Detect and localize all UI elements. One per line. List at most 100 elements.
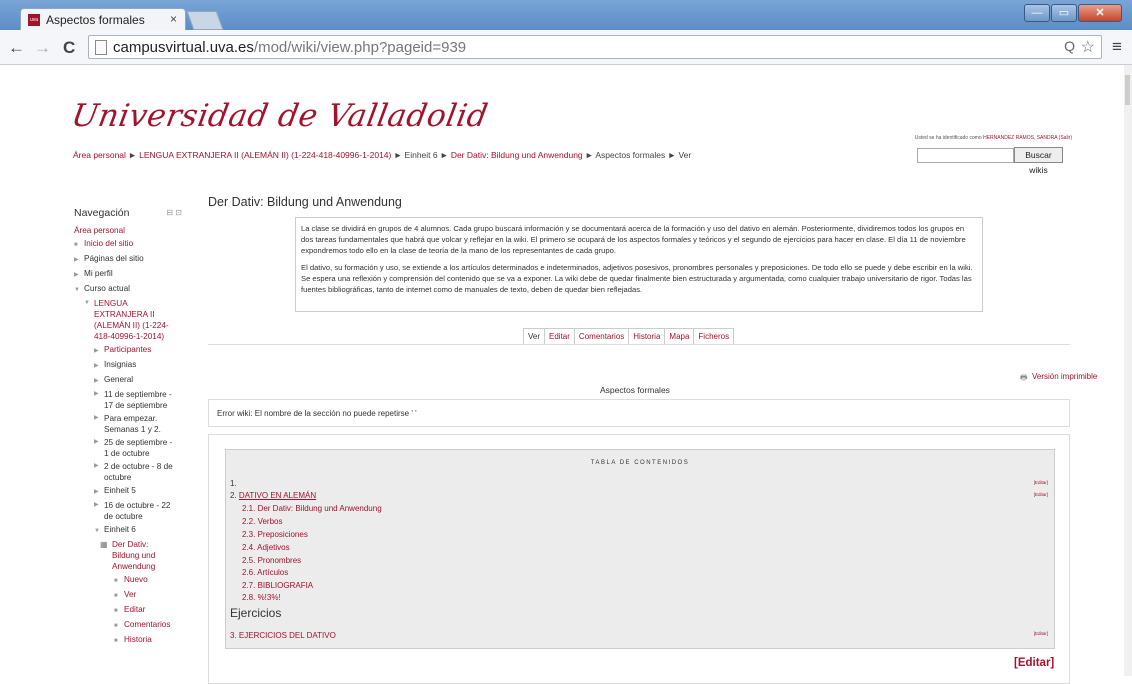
tab-ver[interactable]: Ver	[523, 328, 546, 345]
nav-section[interactable]: Para empezar. Semanas 1 y 2.	[104, 413, 176, 435]
bullet-icon: ■	[114, 623, 118, 629]
toc-item: 1.	[230, 479, 237, 488]
toc-edit-link[interactable]: [Editar]	[1034, 631, 1048, 636]
breadcrumb-course[interactable]: LENGUA EXTRANJERA II (ALEMÁN II) (1-224-…	[139, 150, 391, 160]
nav-perfil[interactable]: Mi perfil	[84, 269, 113, 278]
expand-icon[interactable]: ▶	[94, 361, 104, 372]
ejercicios-heading: Ejercicios	[230, 606, 282, 620]
edit-page-link[interactable]: [Editar]	[1014, 657, 1054, 669]
nav-historia[interactable]: Historia	[124, 635, 152, 644]
nav-general[interactable]: General	[104, 375, 133, 384]
nav-inicio[interactable]: Inicio del sitio	[84, 239, 133, 248]
toc-edit-link[interactable]: [Editar]	[1034, 480, 1048, 485]
nav-section[interactable]: 11 de septiembre - 17 de septiembre	[104, 389, 176, 411]
search-wikis-input[interactable]	[917, 148, 1014, 163]
expand-icon[interactable]: ▶	[94, 346, 104, 357]
wiki-page-title: Aspectos formales	[600, 385, 670, 395]
tab-mapa[interactable]: Mapa	[664, 328, 695, 345]
breadcrumb-area-personal[interactable]: Área personal	[73, 150, 126, 160]
nav-section[interactable]: Einheit 6	[104, 525, 136, 534]
uva-logo[interactable]: Universidad de Valladolid	[69, 98, 491, 134]
reload-icon[interactable]: C	[63, 38, 75, 58]
toc-link[interactable]: 2.5. Pronombres	[242, 556, 301, 565]
page-heading: Der Dativ: Bildung und Anwendung	[208, 195, 402, 209]
nav-section[interactable]: Einheit 5	[104, 486, 136, 495]
bullet-icon: ■	[74, 242, 78, 248]
toc-link-dativo[interactable]: DATIVO EN ALEMÁN	[239, 491, 316, 500]
tab-title: Aspectos formales	[46, 13, 145, 27]
nav-editar[interactable]: Editar	[124, 605, 145, 614]
toc-link[interactable]: 2.8. %!3%!	[242, 593, 281, 602]
nav-participantes[interactable]: Participantes	[104, 345, 151, 354]
expand-icon[interactable]: ▶	[94, 487, 104, 498]
toc-link[interactable]: 2.7. BIBLIOGRAFIA	[242, 581, 313, 590]
toc-link[interactable]: 2.2. Verbos	[242, 517, 282, 526]
wiki-description: La clase se dividirá en grupos de 4 alum…	[295, 217, 983, 312]
navigation-title: Navegación	[74, 207, 130, 219]
breadcrumb-wiki[interactable]: Der Dativ: Bildung und Anwendung	[451, 150, 583, 160]
nav-ver[interactable]: Ver	[124, 590, 136, 599]
nav-course[interactable]: LENGUA EXTRANJERA II (ALEMÁN II) (1-224-…	[94, 298, 174, 342]
browser-tab[interactable]: uva Aspectos formales ×	[20, 8, 186, 30]
expand-icon[interactable]: ▶	[94, 376, 104, 387]
description-paragraph: El dativo, su formación y uso, se extien…	[301, 263, 973, 294]
breadcrumb-separator: ►	[585, 150, 594, 160]
breadcrumb-separator: ►	[667, 150, 677, 160]
scrollbar[interactable]	[1124, 65, 1132, 676]
tab-comentarios[interactable]: Comentarios	[573, 328, 630, 345]
collapse-icon[interactable]: ▼	[84, 298, 94, 342]
expand-icon[interactable]: ▶	[74, 255, 84, 266]
tab-editar[interactable]: Editar	[544, 328, 575, 345]
collapse-icon[interactable]: ▼	[74, 285, 84, 296]
nav-curso-actual[interactable]: Curso actual	[84, 284, 130, 293]
scrollbar-thumb[interactable]	[1125, 75, 1130, 105]
nav-paginas[interactable]: Páginas del sitio	[84, 254, 144, 263]
search-wikis-button[interactable]: Buscar wikis	[1014, 147, 1063, 175]
expand-icon[interactable]: ▶	[94, 437, 104, 459]
uva-favicon-icon: uva	[28, 14, 40, 26]
block-controls-icon[interactable]: ⊟ ⊡	[166, 208, 182, 217]
back-arrow-icon[interactable]: ←	[8, 38, 25, 58]
new-tab-button[interactable]	[186, 11, 224, 30]
toc-link[interactable]: 2.3. Preposiciones	[242, 530, 308, 539]
navigation-block: Navegación ⊟ ⊡ Área personal ■ Inicio del…	[70, 195, 188, 649]
url-text[interactable]: campusvirtual.uva.es/mod/wiki/view.php?p…	[113, 39, 466, 56]
expand-icon[interactable]: ▶	[94, 413, 104, 435]
expand-icon[interactable]: ▶	[74, 270, 84, 281]
maximize-button[interactable]: ▭	[1051, 4, 1077, 22]
expand-icon[interactable]: ▶	[94, 461, 104, 483]
printable-version-link[interactable]: Versión imprimible	[1032, 372, 1097, 381]
tab-historia[interactable]: Historia	[628, 328, 666, 345]
breadcrumb-einheit[interactable]: Einheit 6	[405, 150, 438, 160]
user-link[interactable]: HERNANDEZ RAMOS, SANDRA (Salir)	[983, 135, 1072, 141]
toc-link[interactable]: 3. EJERCICIOS DEL DATIVO	[230, 631, 336, 640]
nav-section[interactable]: 25 de septiembre - 1 de octubre	[104, 437, 176, 459]
expand-icon[interactable]: ▶	[94, 500, 104, 522]
breadcrumb-separator: ►	[393, 150, 403, 160]
collapse-icon[interactable]: ▼	[94, 526, 104, 537]
minimize-button[interactable]: —	[1024, 4, 1050, 22]
toc-link[interactable]: 2.1. Der Dativ: Bildung und Anwendung	[242, 504, 382, 513]
nav-wiki[interactable]: Der Dativ: Bildung und Anwendung	[112, 539, 168, 572]
address-bar[interactable]: campusvirtual.uva.es/mod/wiki/view.php?p…	[88, 35, 1102, 59]
tab-close-icon[interactable]: ×	[170, 12, 177, 26]
zoom-icon[interactable]: Q	[1064, 38, 1075, 54]
nav-insignias[interactable]: Insignias	[104, 360, 136, 369]
nav-nuevo[interactable]: Nuevo	[124, 575, 148, 584]
nav-comentarios[interactable]: Comentarios	[124, 620, 170, 629]
chrome-menu-icon[interactable]: ≡	[1112, 37, 1122, 57]
bookmark-star-icon[interactable]: ☆	[1081, 37, 1095, 57]
toc-edit-link[interactable]: [Editar]	[1034, 492, 1048, 497]
nav-area-personal[interactable]: Área personal	[74, 226, 125, 235]
toc-link[interactable]: 2.4. Adjetivos	[242, 543, 290, 552]
tab-ficheros[interactable]: Ficheros	[693, 328, 735, 345]
nav-section[interactable]: 16 de octubre - 22 de octubre	[104, 500, 176, 522]
bullet-icon: ■	[114, 608, 118, 614]
close-window-button[interactable]: ✕	[1078, 4, 1122, 22]
nav-section[interactable]: 2 de octubre - 8 de octubre	[104, 461, 176, 483]
expand-icon[interactable]: ▶	[94, 389, 104, 411]
toc-link[interactable]: 2.6. Artículos	[242, 568, 288, 577]
logged-in-info: Usted se ha identificado como HERNANDEZ …	[914, 135, 1072, 141]
forward-arrow-icon[interactable]: →	[34, 38, 51, 58]
breadcrumb-separator: ►	[128, 150, 137, 160]
